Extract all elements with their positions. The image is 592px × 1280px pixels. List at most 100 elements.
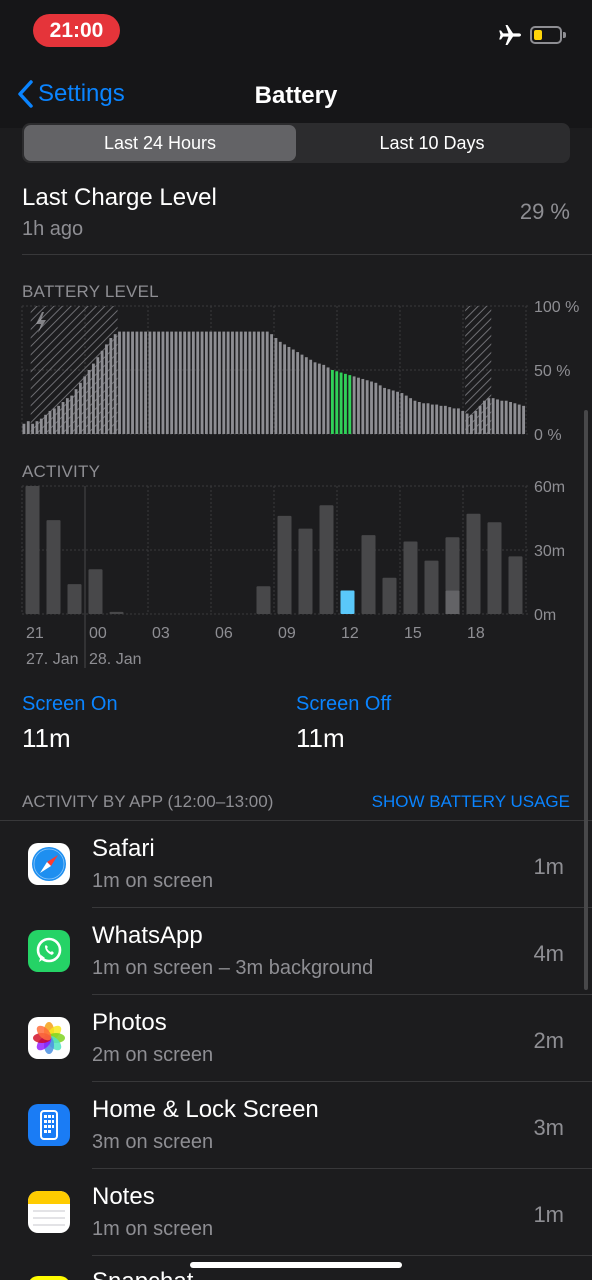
app-row-snapchat[interactable]: Snapchat <box>0 1256 592 1280</box>
battery-level-bar <box>483 400 486 434</box>
battery-level-bar <box>496 399 499 434</box>
battery-level-bar <box>44 414 48 434</box>
battery-level-bar <box>105 344 108 434</box>
activity-x-tick: 06 <box>215 625 233 642</box>
battery-level-bar <box>322 364 326 434</box>
activity-x-tick: 21 <box>26 625 44 642</box>
app-row-home-lock-screen[interactable]: Home & Lock Screen 3m on screen 3m <box>0 1082 592 1169</box>
battery-level-chart[interactable]: 100 % 50 % 0 % <box>0 300 592 450</box>
app-usage-time: 1m <box>533 1202 564 1227</box>
battery-level-bar <box>435 404 439 434</box>
battery-level-bar <box>231 331 234 434</box>
divider <box>22 254 592 255</box>
app-usage-detail: 1m on screen <box>92 870 214 892</box>
activity-bar-screen-off <box>424 560 439 614</box>
battery-level-bar <box>400 393 404 434</box>
battery-level-bar <box>413 400 417 434</box>
app-name: Safari <box>92 835 155 862</box>
segment-last-10-days[interactable]: Last 10 Days <box>296 125 568 161</box>
battery-level-bar <box>443 405 447 434</box>
battery-level-bar <box>183 331 187 434</box>
battery-level-bar <box>304 357 308 434</box>
battery-level-bar <box>148 331 152 434</box>
activity-bar-screen-off <box>340 590 355 614</box>
battery-level-bar <box>430 404 434 434</box>
activity-bar-screen-off <box>46 520 61 614</box>
safari-icon <box>28 843 70 885</box>
app-usage-detail: 3m on screen <box>92 1131 214 1153</box>
battery-level-bar <box>426 403 430 434</box>
activity-x-tick: 09 <box>278 625 296 642</box>
battery-level-bar <box>274 338 278 434</box>
activity-y-tick: 60m <box>534 479 565 496</box>
battery-level-bar <box>161 331 165 434</box>
battery-level-bar <box>35 421 39 434</box>
battery-level-bar <box>252 331 256 434</box>
battery-level-bar <box>465 413 469 434</box>
battery-level-bar <box>187 331 191 434</box>
battery-level-bar <box>352 376 356 434</box>
app-row-safari[interactable]: Safari 1m on screen 1m <box>0 821 592 908</box>
battery-level-bar <box>178 331 182 434</box>
battery-level-bar <box>226 331 230 434</box>
battery-level-bar <box>374 382 378 434</box>
app-row-whatsapp[interactable]: WhatsApp 1m on screen – 3m background 4m <box>0 908 592 995</box>
battery-level-bar <box>309 359 313 434</box>
battery-low-icon <box>530 26 566 44</box>
battery-level-bar <box>31 423 35 434</box>
battery-level-label: BATTERY LEVEL <box>22 282 159 301</box>
page-title: Battery <box>254 82 338 109</box>
battery-level-bar <box>100 350 104 434</box>
battery-level-bar <box>22 423 26 434</box>
battery-level-bar <box>417 402 421 434</box>
battery-level-bar <box>248 331 252 434</box>
app-usage-time: 3m <box>533 1115 564 1140</box>
app-usage-time: 2m <box>533 1028 564 1053</box>
battery-level-bar <box>348 375 352 434</box>
battery-level-bar <box>261 331 265 434</box>
activity-date-label: 27. Jan <box>26 651 78 668</box>
battery-level-bar <box>478 405 482 434</box>
battery-level-bar <box>278 341 282 434</box>
battery-level-bar <box>109 338 113 434</box>
battery-level-bar <box>165 331 169 434</box>
battery-level-bar <box>396 391 399 434</box>
home-indicator[interactable] <box>190 1262 402 1268</box>
app-row-notes[interactable]: Notes 1m on screen 1m <box>0 1169 592 1256</box>
activity-by-app-label: ACTIVITY BY APP (12:00–13:00) <box>22 792 274 811</box>
battery-level-bar <box>500 400 504 434</box>
battery-level-bar <box>509 402 512 434</box>
activity-chart[interactable]: 60m 30m 0m 21 00 03 06 09 12 15 18 27. Jan 28. Jan <box>0 478 592 668</box>
battery-level-bar <box>78 382 82 434</box>
app-row-photos[interactable]: Photos 2m on screen 2m <box>0 995 592 1082</box>
app-usage-detail: 1m on screen – 3m background <box>92 957 374 979</box>
activity-bar-screen-off <box>487 522 502 614</box>
battery-level-bar <box>113 334 117 434</box>
battery-level-bar <box>422 403 426 434</box>
battery-level-bar <box>326 367 330 434</box>
battery-level-bar <box>313 362 317 434</box>
segment-last-24-hours[interactable]: Last 24 Hours <box>24 125 296 161</box>
activity-bar-screen-off <box>25 486 40 614</box>
activity-x-tick: 00 <box>89 625 107 642</box>
battery-level-bar <box>330 370 334 434</box>
app-name: Snapchat <box>92 1268 193 1280</box>
battery-level-bar <box>378 385 382 434</box>
activity-bar-screen-on <box>445 590 460 614</box>
battery-level-bar <box>387 389 391 434</box>
screen-off-value: 11m <box>296 723 345 753</box>
scroll-indicator[interactable] <box>584 410 588 990</box>
status-bar: 21:00 <box>0 0 592 62</box>
screen-on-label: Screen On <box>22 693 118 715</box>
activity-bar-screen-off <box>256 586 271 614</box>
battery-level-bar <box>213 331 217 434</box>
show-battery-usage-link[interactable]: SHOW BATTERY USAGE <box>372 792 570 812</box>
battery-level-bar <box>391 390 395 434</box>
battery-level-bar <box>70 395 74 434</box>
battery-level-bar <box>209 331 213 434</box>
airplane-icon <box>499 25 521 45</box>
last-charge-title: Last Charge Level <box>22 184 217 211</box>
battery-level-bar <box>139 331 143 434</box>
app-name: Home & Lock Screen <box>92 1096 319 1123</box>
activity-bar-screen-off <box>403 541 418 614</box>
